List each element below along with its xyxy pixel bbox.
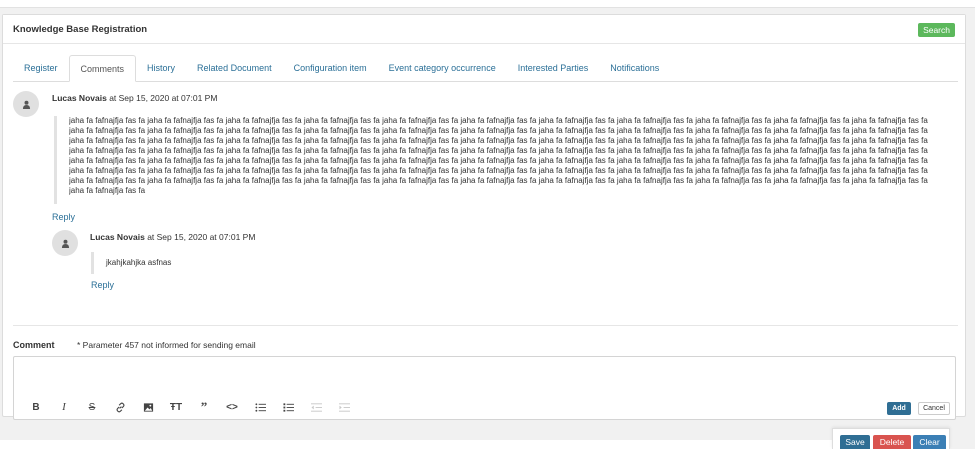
comment-editor[interactable]: B I S ŦT ” <> Add Cancel (13, 356, 956, 420)
italic-icon[interactable]: I (50, 400, 78, 414)
panel-title: Knowledge Base Registration (13, 24, 148, 35)
comment-timestamp: at Sep 15, 2020 at 07:01 PM (147, 232, 256, 242)
comment-body: jaha fa fafnajfja fas fa jaha fa fafnajf… (54, 116, 934, 204)
comment-line: jaha fa fafnajfja fas fa jaha fa fafnajf… (69, 146, 928, 155)
save-button[interactable]: Save (840, 435, 870, 449)
tab-register[interactable]: Register (13, 55, 69, 81)
numbered-list-icon[interactable] (274, 400, 302, 414)
comment-meta: Lucas Novais at Sep 15, 2020 at 07:01 PM (90, 232, 255, 242)
image-icon[interactable] (134, 400, 162, 414)
user-icon (61, 239, 69, 248)
comment-line: jaha fa fafnajfja fas fa jaha fa fafnajf… (69, 116, 928, 125)
bullet-list-icon[interactable] (246, 400, 274, 414)
tab-interested-parties[interactable]: Interested Parties (507, 55, 600, 81)
panel-header: Knowledge Base Registration Search (3, 15, 965, 44)
tab-bar: Register Comments History Related Docume… (13, 55, 958, 82)
action-bar: Save Delete Clear (832, 428, 950, 449)
user-icon (22, 100, 30, 109)
comment-body: jkahjkahjka asfnas (91, 252, 391, 274)
top-strip (0, 0, 975, 8)
tab-history[interactable]: History (136, 55, 186, 81)
comment-line: jaha fa fafnajfja fas fa (69, 186, 146, 195)
comment-author: Lucas Novais (90, 232, 145, 242)
outdent-icon[interactable] (302, 400, 330, 414)
indent-icon[interactable] (330, 400, 358, 414)
code-icon[interactable]: <> (218, 400, 246, 414)
comment-timestamp: at Sep 15, 2020 at 07:01 PM (109, 93, 218, 103)
avatar (52, 230, 78, 256)
reply-link[interactable]: Reply (52, 212, 75, 222)
comment-line: jaha fa fafnajfja fas fa jaha fa fafnajf… (69, 156, 928, 165)
comment-line: jaha fa fafnajfja fas fa jaha fa fafnajf… (69, 166, 928, 175)
knowledge-base-panel: Knowledge Base Registration Search Regis… (2, 14, 966, 420)
add-comment-button[interactable]: Add (887, 402, 911, 415)
editor-toolbar: B I S ŦT ” <> (22, 399, 358, 414)
comment-line: jkahjkahjka asfnas (106, 258, 172, 267)
clear-button[interactable]: Clear (913, 435, 946, 449)
comment-meta: Lucas Novais at Sep 15, 2020 at 07:01 PM (52, 93, 217, 103)
divider (13, 325, 958, 326)
avatar (13, 91, 39, 117)
comment-author: Lucas Novais (52, 93, 107, 103)
tab-comments[interactable]: Comments (68, 55, 137, 82)
footer-strip (0, 440, 835, 449)
tab-related-document[interactable]: Related Document (186, 55, 283, 81)
delete-button[interactable]: Delete (873, 435, 911, 449)
search-button[interactable]: Search (918, 23, 955, 37)
link-icon[interactable] (106, 400, 134, 414)
comment-label: Comment (13, 340, 55, 350)
strikethrough-icon[interactable]: S (78, 400, 106, 414)
tab-notifications[interactable]: Notifications (599, 55, 670, 81)
bold-icon[interactable]: B (22, 400, 50, 414)
email-notice: * Parameter 457 not informed for sending… (77, 340, 256, 350)
tab-event-category-occurrence[interactable]: Event category occurrence (378, 55, 507, 81)
reply-link[interactable]: Reply (91, 280, 114, 290)
cancel-comment-button[interactable]: Cancel (918, 402, 950, 415)
comment-line: jaha fa fafnajfja fas fa jaha fa fafnajf… (69, 126, 928, 135)
tab-configuration-item[interactable]: Configuration item (283, 55, 378, 81)
comment-line: jaha fa fafnajfja fas fa jaha fa fafnajf… (69, 176, 928, 185)
comment-line: jaha fa fafnajfja fas fa jaha fa fafnajf… (69, 136, 928, 145)
heading-icon[interactable]: ŦT (162, 400, 190, 414)
quote-icon[interactable]: ” (190, 399, 218, 414)
